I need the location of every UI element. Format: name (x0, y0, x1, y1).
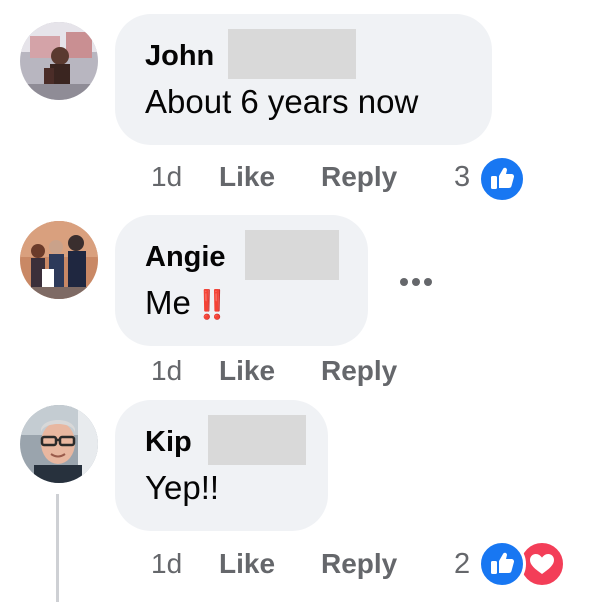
redacted-name-block (228, 29, 356, 79)
comment-timestamp[interactable]: 1d (151, 548, 182, 580)
more-options-icon[interactable] (394, 270, 438, 294)
avatar-angie[interactable] (20, 221, 98, 299)
like-icon[interactable] (478, 540, 526, 588)
reaction-count[interactable]: 3 (454, 161, 470, 194)
comment-timestamp[interactable]: 1d (151, 355, 182, 387)
comment-author-name[interactable]: Angie (145, 241, 226, 274)
redacted-name-block (245, 230, 339, 280)
comment-author-name[interactable]: Kip (145, 426, 192, 459)
avatar-kip[interactable] (20, 405, 98, 483)
like-button[interactable]: Like (219, 355, 275, 387)
reply-button[interactable]: Reply (321, 161, 397, 193)
reply-button[interactable]: Reply (321, 548, 397, 580)
comment-author-name[interactable]: John (145, 40, 214, 73)
comment-text: Me ‼️ (145, 284, 230, 321)
reaction-count[interactable]: 2 (454, 548, 470, 581)
comment-timestamp[interactable]: 1d (151, 161, 182, 193)
avatar-john[interactable] (20, 22, 98, 100)
reply-thread-line (56, 494, 59, 602)
like-button[interactable]: Like (219, 548, 275, 580)
redacted-name-block (208, 415, 306, 465)
comment-text: About 6 years now (145, 83, 419, 120)
double-exclamation-emoji: ‼️ (194, 289, 230, 320)
reply-button[interactable]: Reply (321, 355, 397, 387)
comment-text: Yep!! (145, 469, 220, 506)
like-button[interactable]: Like (219, 161, 275, 193)
like-icon[interactable] (478, 155, 526, 203)
